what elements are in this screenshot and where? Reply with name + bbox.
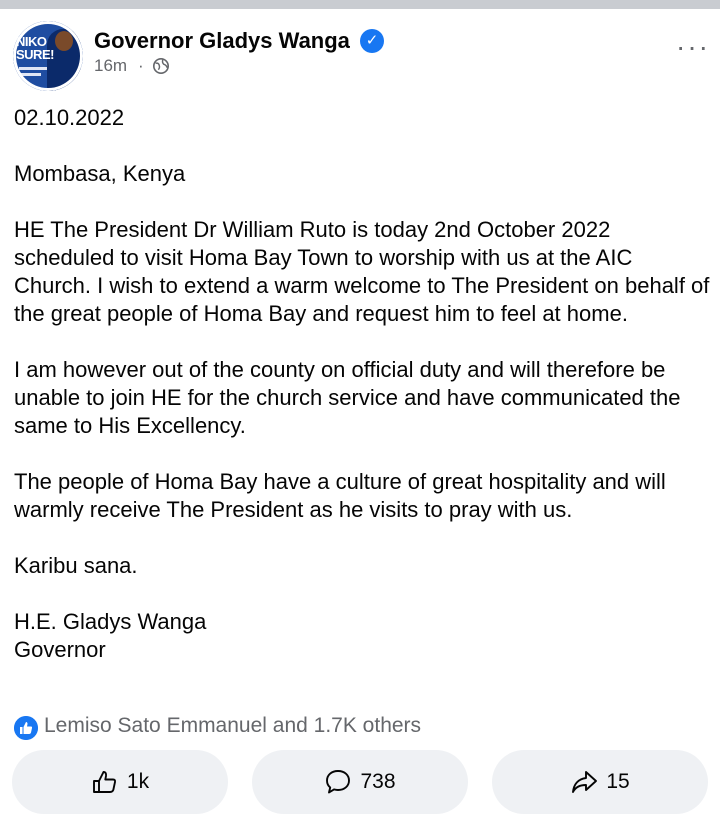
- comment-icon: [326, 770, 351, 794]
- comment-count: 738: [360, 770, 396, 793]
- avatar-ring: [13, 21, 83, 91]
- signature-name: H.E. Gladys Wanga: [14, 609, 207, 634]
- verified-badge-icon: ✓: [360, 29, 384, 53]
- like-icon: [14, 716, 38, 740]
- post-timestamp[interactable]: 16m: [94, 56, 127, 76]
- post-paragraph: HE The President Dr William Ruto is toda…: [14, 217, 710, 326]
- globe-icon: [152, 57, 170, 75]
- post-paragraph: The people of Homa Bay have a culture of…: [14, 469, 666, 522]
- signature-title: Governor: [14, 637, 106, 662]
- author-name[interactable]: Governor Gladys Wanga: [94, 28, 350, 54]
- comment-button[interactable]: 738: [252, 750, 468, 814]
- share-button[interactable]: 15: [492, 750, 708, 814]
- author-avatar[interactable]: NIKO SURE!: [13, 21, 83, 91]
- reactions-text: Lemiso Sato Emmanuel and 1.7K others: [44, 714, 422, 737]
- thumbs-up-icon: [92, 771, 116, 793]
- share-icon: [572, 771, 598, 793]
- post-paragraph: I am however out of the county on offici…: [14, 357, 681, 438]
- action-bar: 1k 738 15: [0, 750, 720, 814]
- post-location: Mombasa, Kenya: [14, 161, 186, 186]
- meta-separator: ·: [138, 56, 144, 75]
- post-date: 02.10.2022: [14, 105, 125, 130]
- more-options-button[interactable]: ···: [676, 33, 710, 61]
- post-header: NIKO SURE! Governor Gladys Wanga ✓ 16m ·…: [0, 9, 720, 99]
- like-count: 1k: [126, 770, 150, 793]
- top-bar: [0, 0, 720, 9]
- post-body: 02.10.2022 Mombasa, Kenya HE The Preside…: [14, 104, 714, 664]
- share-count: 15: [606, 770, 630, 793]
- like-button[interactable]: 1k: [12, 750, 228, 814]
- post-closing: Karibu sana.: [14, 553, 138, 578]
